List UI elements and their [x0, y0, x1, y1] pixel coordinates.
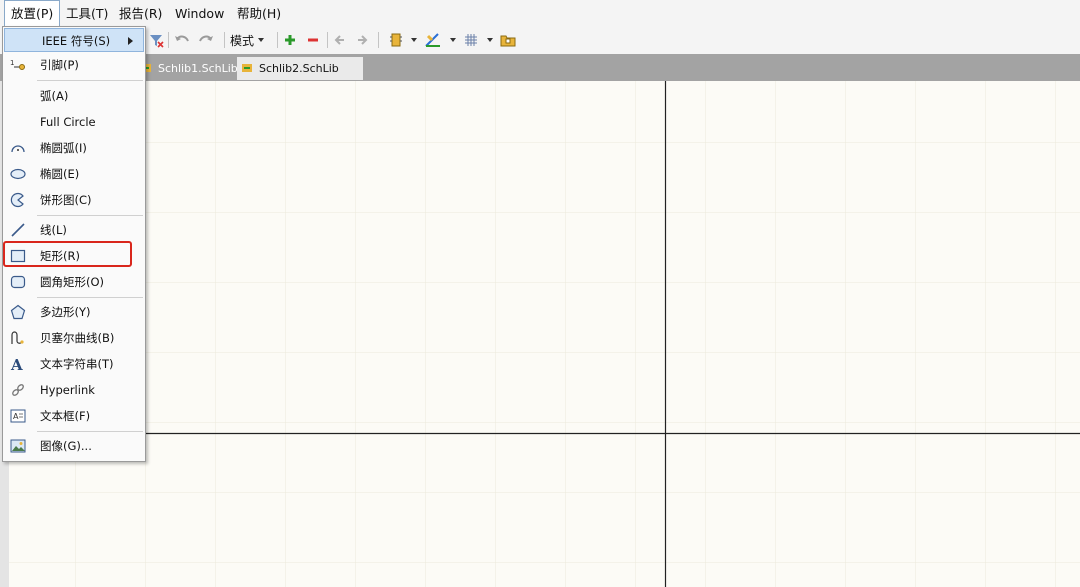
menu-item-pie[interactable]: 饼形图(C): [3, 188, 145, 212]
previous-icon[interactable]: [332, 31, 348, 49]
menu-item-label: 圆角矩形(O): [40, 275, 105, 289]
menu-item-ellipse[interactable]: 椭圆(E): [3, 162, 145, 186]
menu-item-label: 文本字符串(T): [40, 357, 114, 371]
menu-item-label: IEEE 符号(S): [42, 34, 111, 48]
menu-item-elliptical-arc[interactable]: 椭圆弧(I): [3, 136, 145, 160]
round-rectangle-icon: [9, 274, 27, 290]
toolbar: 模式: [0, 27, 1080, 55]
menu-item-bezier[interactable]: 贝塞尔曲线(B): [3, 326, 145, 350]
clear-filter-icon[interactable]: [147, 31, 165, 49]
drawing-tools-icon[interactable]: [423, 31, 443, 49]
svg-text:1: 1: [10, 59, 14, 67]
ellipse-icon: [9, 166, 27, 182]
menu-tools[interactable]: 工具(T): [60, 0, 114, 27]
menu-item-polygon[interactable]: 多边形(Y): [3, 300, 145, 324]
menu-item-arc[interactable]: 弧(A): [3, 84, 145, 108]
menu-help[interactable]: 帮助(H): [231, 0, 287, 27]
polygon-icon: [9, 304, 27, 320]
menu-place[interactable]: 放置(P): [4, 0, 61, 27]
highlight-annotation-box: [3, 241, 132, 267]
menu-item-label: 饼形图(C): [40, 193, 92, 207]
menu-item-label: 贝塞尔曲线(B): [40, 331, 115, 345]
image-icon: [9, 438, 27, 454]
menu-item-pin[interactable]: 1 引脚(P): [3, 53, 145, 77]
component-icon[interactable]: [386, 31, 406, 49]
menu-item-text-frame[interactable]: A 文本框(F): [3, 404, 145, 428]
menu-item-text-string[interactable]: A 文本字符串(T): [3, 352, 145, 376]
menu-item-line[interactable]: 线(L): [3, 218, 145, 242]
undo-icon[interactable]: [173, 31, 191, 49]
menu-item-label: Full Circle: [40, 115, 96, 129]
line-icon: [9, 222, 27, 238]
tab-schlib2[interactable]: Schlib2.SchLib: [237, 57, 363, 80]
document-tabs: Schlib1.SchLib Schlib2.SchLib: [0, 54, 1080, 81]
menu-item-image[interactable]: 图像(G)...: [3, 434, 145, 458]
add-icon[interactable]: [282, 31, 298, 49]
menu-item-label: 多边形(Y): [40, 305, 91, 319]
menu-window[interactable]: Window: [169, 0, 230, 27]
menu-item-full-circle[interactable]: Full Circle: [3, 110, 145, 134]
svg-text:A: A: [10, 356, 23, 372]
folder-icon[interactable]: [499, 31, 517, 49]
grid-icon[interactable]: [462, 31, 480, 49]
menu-item-label: 弧(A): [40, 89, 69, 103]
menu-item-hyperlink[interactable]: Hyperlink: [3, 378, 145, 402]
pie-icon: [9, 192, 27, 208]
menu-item-label: 图像(G)...: [40, 439, 92, 453]
elliptical-arc-icon: [9, 140, 27, 156]
mode-label: 模式: [230, 33, 255, 48]
menu-item-label: 引脚(P): [40, 58, 79, 72]
menu-item-ieee-symbols[interactable]: IEEE 符号(S): [4, 28, 144, 52]
menu-bar: 放置(P) 工具(T) 报告(R) Window 帮助(H): [0, 0, 1080, 27]
chevron-down-icon[interactable]: [447, 31, 459, 49]
text-frame-icon: A: [9, 408, 27, 424]
text-string-icon: A: [9, 356, 27, 372]
schematic-canvas[interactable]: [9, 81, 1080, 587]
chevron-down-icon[interactable]: [484, 31, 496, 49]
menu-item-label: 线(L): [40, 223, 67, 237]
svg-text:A: A: [13, 412, 19, 421]
menu-item-label: Hyperlink: [40, 383, 95, 397]
tab-label: Schlib2.SchLib: [259, 62, 339, 75]
bezier-icon: [9, 330, 27, 346]
redo-icon[interactable]: [197, 31, 215, 49]
remove-icon[interactable]: [305, 31, 321, 49]
pin-icon: 1: [9, 57, 27, 73]
chevron-down-icon: [258, 38, 265, 42]
tab-label: Schlib1.SchLib: [158, 62, 238, 75]
next-icon[interactable]: [354, 31, 370, 49]
hyperlink-icon: [9, 382, 27, 398]
mode-dropdown[interactable]: 模式: [230, 31, 272, 49]
chevron-down-icon[interactable]: [408, 31, 420, 49]
menu-reports[interactable]: 报告(R): [113, 0, 168, 27]
menu-item-label: 椭圆弧(I): [40, 141, 87, 155]
menu-item-label: 椭圆(E): [40, 167, 80, 181]
submenu-arrow-icon: [128, 37, 133, 45]
menu-item-label: 文本框(F): [40, 409, 91, 423]
schlib-icon: [242, 64, 252, 72]
menu-item-round-rectangle[interactable]: 圆角矩形(O): [3, 270, 145, 294]
